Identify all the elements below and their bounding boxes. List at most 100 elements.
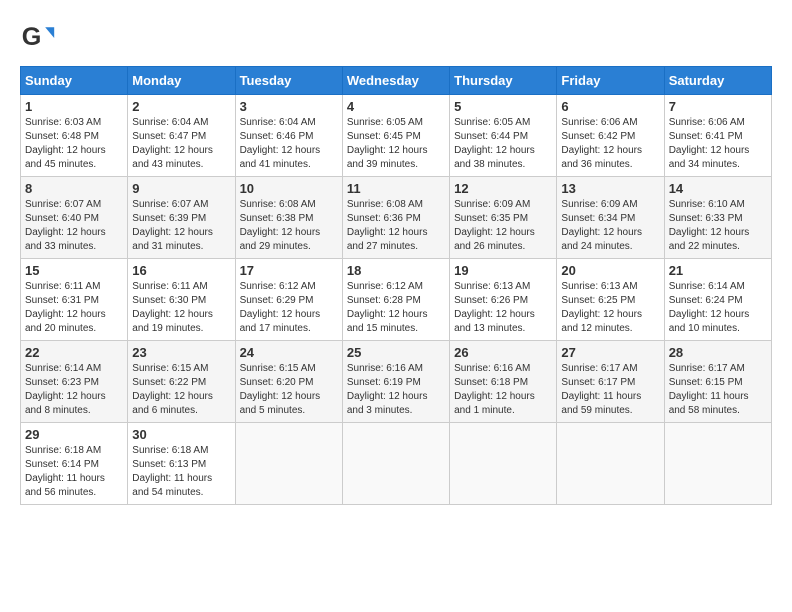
- day-number: 22: [25, 345, 123, 360]
- page-header: G: [20, 20, 772, 56]
- day-number: 30: [132, 427, 230, 442]
- day-info: Sunrise: 6:17 AMSunset: 6:17 PMDaylight:…: [561, 362, 659, 418]
- calendar-cell: 8 Sunrise: 6:07 AMSunset: 6:40 PMDaylight…: [21, 177, 128, 259]
- day-number: 12: [454, 181, 552, 196]
- day-header-sunday: Sunday: [21, 67, 128, 95]
- calendar-cell: 16 Sunrise: 6:11 AMSunset: 6:30 PMDayligh…: [128, 259, 235, 341]
- calendar-cell: 12 Sunrise: 6:09 AMSunset: 6:35 PMDayligh…: [450, 177, 557, 259]
- day-number: 26: [454, 345, 552, 360]
- day-info: Sunrise: 6:12 AMSunset: 6:28 PMDaylight:…: [347, 280, 445, 336]
- svg-text:G: G: [22, 23, 42, 51]
- calendar-cell: 10Sunrise: 6:08 AMSunset: 6:38 PMDayligh…: [235, 177, 342, 259]
- day-number: 1: [25, 99, 123, 114]
- calendar-header: SundayMondayTuesdayWednesdayThursdayFrid…: [21, 67, 772, 95]
- day-info: Sunrise: 6:10 AMSunset: 6:33 PMDaylight:…: [669, 198, 767, 254]
- calendar-cell: 28 Sunrise: 6:17 AMSunset: 6:15 PMDayligh…: [664, 341, 771, 423]
- day-number: 15: [25, 263, 123, 278]
- calendar-cell: 19 Sunrise: 6:13 AMSunset: 6:26 PMDayligh…: [450, 259, 557, 341]
- day-number: 20: [561, 263, 659, 278]
- calendar-cell: 11 Sunrise: 6:08 AMSunset: 6:36 PMDayligh…: [342, 177, 449, 259]
- calendar-cell: 7Sunrise: 6:06 AMSunset: 6:41 PMDaylight…: [664, 95, 771, 177]
- calendar-cell: 6 Sunrise: 6:06 AMSunset: 6:42 PMDaylight…: [557, 95, 664, 177]
- calendar: SundayMondayTuesdayWednesdayThursdayFrid…: [20, 66, 772, 505]
- day-info: Sunrise: 6:11 AMSunset: 6:30 PMDaylight:…: [132, 280, 230, 336]
- day-info: Sunrise: 6:05 AMSunset: 6:44 PMDaylight:…: [454, 116, 552, 172]
- day-number: 5: [454, 99, 552, 114]
- day-number: 11: [347, 181, 445, 196]
- day-number: 6: [561, 99, 659, 114]
- calendar-cell: 30 Sunrise: 6:18 AMSunset: 6:13 PMDayligh…: [128, 423, 235, 505]
- day-info: Sunrise: 6:04 AMSunset: 6:47 PMDaylight:…: [132, 116, 230, 172]
- calendar-cell: 22 Sunrise: 6:14 AMSunset: 6:23 PMDayligh…: [21, 341, 128, 423]
- calendar-cell: 25Sunrise: 6:16 AMSunset: 6:19 PMDayligh…: [342, 341, 449, 423]
- calendar-cell: 26 Sunrise: 6:16 AMSunset: 6:18 PMDayligh…: [450, 341, 557, 423]
- day-number: 3: [240, 99, 338, 114]
- calendar-cell: 17Sunrise: 6:12 AMSunset: 6:29 PMDayligh…: [235, 259, 342, 341]
- calendar-cell: 21 Sunrise: 6:14 AMSunset: 6:24 PMDayligh…: [664, 259, 771, 341]
- calendar-cell: 14 Sunrise: 6:10 AMSunset: 6:33 PMDayligh…: [664, 177, 771, 259]
- day-header-saturday: Saturday: [664, 67, 771, 95]
- day-header-monday: Monday: [128, 67, 235, 95]
- day-info: Sunrise: 6:16 AMSunset: 6:18 PMDaylight:…: [454, 362, 552, 418]
- day-number: 4: [347, 99, 445, 114]
- day-info: Sunrise: 6:14 AMSunset: 6:23 PMDaylight:…: [25, 362, 123, 418]
- day-info: Sunrise: 6:15 AMSunset: 6:20 PMDaylight:…: [240, 362, 338, 418]
- day-info: Sunrise: 6:05 AMSunset: 6:45 PMDaylight:…: [347, 116, 445, 172]
- calendar-cell: [342, 423, 449, 505]
- day-info: Sunrise: 6:11 AMSunset: 6:31 PMDaylight:…: [25, 280, 123, 336]
- day-info: Sunrise: 6:06 AMSunset: 6:42 PMDaylight:…: [561, 116, 659, 172]
- calendar-cell: 24 Sunrise: 6:15 AMSunset: 6:20 PMDayligh…: [235, 341, 342, 423]
- calendar-cell: 3 Sunrise: 6:04 AMSunset: 6:46 PMDaylight…: [235, 95, 342, 177]
- day-number: 10: [240, 181, 338, 196]
- day-info: Sunrise: 6:15 AMSunset: 6:22 PMDaylight:…: [132, 362, 230, 418]
- day-info: Sunrise: 6:18 AMSunset: 6:14 PMDaylight:…: [25, 444, 123, 500]
- day-number: 28: [669, 345, 767, 360]
- day-info: Sunrise: 6:06 AMSunset: 6:41 PMDaylight:…: [669, 116, 767, 172]
- calendar-week-2: 8 Sunrise: 6:07 AMSunset: 6:40 PMDaylight…: [21, 177, 772, 259]
- day-number: 24: [240, 345, 338, 360]
- day-info: Sunrise: 6:13 AMSunset: 6:26 PMDaylight:…: [454, 280, 552, 336]
- day-info: Sunrise: 6:18 AMSunset: 6:13 PMDaylight:…: [132, 444, 230, 500]
- day-number: 9: [132, 181, 230, 196]
- day-info: Sunrise: 6:09 AMSunset: 6:35 PMDaylight:…: [454, 198, 552, 254]
- calendar-cell: 27 Sunrise: 6:17 AMSunset: 6:17 PMDayligh…: [557, 341, 664, 423]
- day-info: Sunrise: 6:07 AMSunset: 6:39 PMDaylight:…: [132, 198, 230, 254]
- day-number: 23: [132, 345, 230, 360]
- day-number: 13: [561, 181, 659, 196]
- calendar-cell: 13Sunrise: 6:09 AMSunset: 6:34 PMDayligh…: [557, 177, 664, 259]
- day-header-tuesday: Tuesday: [235, 67, 342, 95]
- calendar-week-4: 22 Sunrise: 6:14 AMSunset: 6:23 PMDayligh…: [21, 341, 772, 423]
- day-number: 8: [25, 181, 123, 196]
- calendar-cell: 1Sunrise: 6:03 AMSunset: 6:48 PMDaylight…: [21, 95, 128, 177]
- logo-icon: G: [20, 20, 56, 56]
- day-info: Sunrise: 6:14 AMSunset: 6:24 PMDaylight:…: [669, 280, 767, 336]
- calendar-cell: 18Sunrise: 6:12 AMSunset: 6:28 PMDayligh…: [342, 259, 449, 341]
- day-number: 21: [669, 263, 767, 278]
- calendar-cell: 23 Sunrise: 6:15 AMSunset: 6:22 PMDayligh…: [128, 341, 235, 423]
- day-number: 19: [454, 263, 552, 278]
- calendar-cell: [664, 423, 771, 505]
- calendar-week-5: 29Sunrise: 6:18 AMSunset: 6:14 PMDayligh…: [21, 423, 772, 505]
- calendar-week-3: 15 Sunrise: 6:11 AMSunset: 6:31 PMDayligh…: [21, 259, 772, 341]
- calendar-cell: 2 Sunrise: 6:04 AMSunset: 6:47 PMDaylight…: [128, 95, 235, 177]
- day-info: Sunrise: 6:04 AMSunset: 6:46 PMDaylight:…: [240, 116, 338, 172]
- day-number: 17: [240, 263, 338, 278]
- day-number: 27: [561, 345, 659, 360]
- calendar-cell: 5 Sunrise: 6:05 AMSunset: 6:44 PMDaylight…: [450, 95, 557, 177]
- calendar-cell: [235, 423, 342, 505]
- day-number: 25: [347, 345, 445, 360]
- day-header-thursday: Thursday: [450, 67, 557, 95]
- calendar-cell: 15 Sunrise: 6:11 AMSunset: 6:31 PMDayligh…: [21, 259, 128, 341]
- calendar-cell: 20 Sunrise: 6:13 AMSunset: 6:25 PMDayligh…: [557, 259, 664, 341]
- day-number: 14: [669, 181, 767, 196]
- day-number: 16: [132, 263, 230, 278]
- calendar-cell: 29Sunrise: 6:18 AMSunset: 6:14 PMDayligh…: [21, 423, 128, 505]
- calendar-cell: [450, 423, 557, 505]
- day-number: 2: [132, 99, 230, 114]
- logo: G: [20, 20, 60, 56]
- day-info: Sunrise: 6:07 AMSunset: 6:40 PMDaylight:…: [25, 198, 123, 254]
- day-info: Sunrise: 6:08 AMSunset: 6:36 PMDaylight:…: [347, 198, 445, 254]
- day-header-wednesday: Wednesday: [342, 67, 449, 95]
- day-info: Sunrise: 6:13 AMSunset: 6:25 PMDaylight:…: [561, 280, 659, 336]
- day-info: Sunrise: 6:17 AMSunset: 6:15 PMDaylight:…: [669, 362, 767, 418]
